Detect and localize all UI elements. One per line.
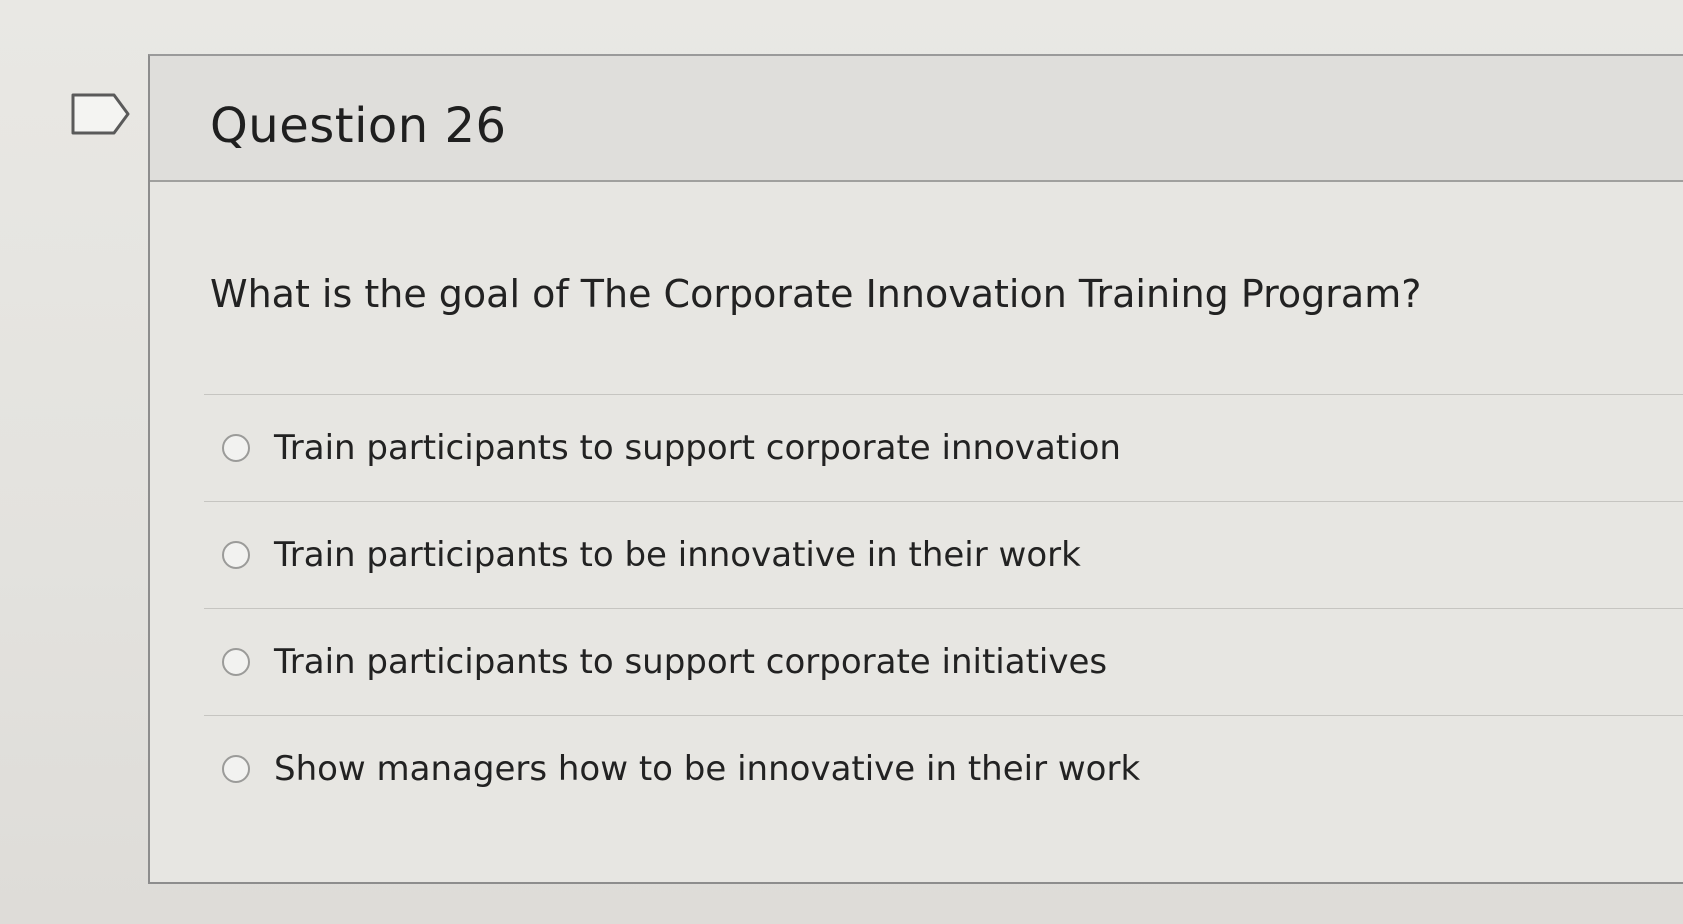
radio-button[interactable] — [222, 755, 250, 783]
answer-option[interactable]: Show managers how to be innovative in th… — [204, 716, 1683, 822]
radio-button[interactable] — [222, 648, 250, 676]
question-header: Question 26 — [150, 56, 1683, 182]
answer-options: Train participants to support corporate … — [204, 394, 1683, 822]
answer-option[interactable]: Train participants to support corporate … — [204, 609, 1683, 716]
flag-question-icon[interactable] — [70, 92, 132, 136]
flag-icon — [71, 93, 130, 135]
answer-option-label: Train participants to support corporate … — [274, 428, 1121, 468]
answer-option[interactable]: Train participants to be innovative in t… — [204, 502, 1683, 609]
answer-option-label: Show managers how to be innovative in th… — [274, 749, 1141, 789]
radio-button[interactable] — [222, 541, 250, 569]
radio-button[interactable] — [222, 434, 250, 462]
question-text: What is the goal of The Corporate Innova… — [210, 272, 1422, 316]
answer-option[interactable]: Train participants to support corporate … — [204, 395, 1683, 502]
answer-option-label: Train participants to support corporate … — [274, 642, 1108, 682]
quiz-page: Question 26 What is the goal of The Corp… — [0, 0, 1683, 924]
question-card: Question 26 What is the goal of The Corp… — [148, 54, 1683, 884]
answer-option-label: Train participants to be innovative in t… — [274, 535, 1081, 575]
question-title: Question 26 — [210, 98, 507, 154]
